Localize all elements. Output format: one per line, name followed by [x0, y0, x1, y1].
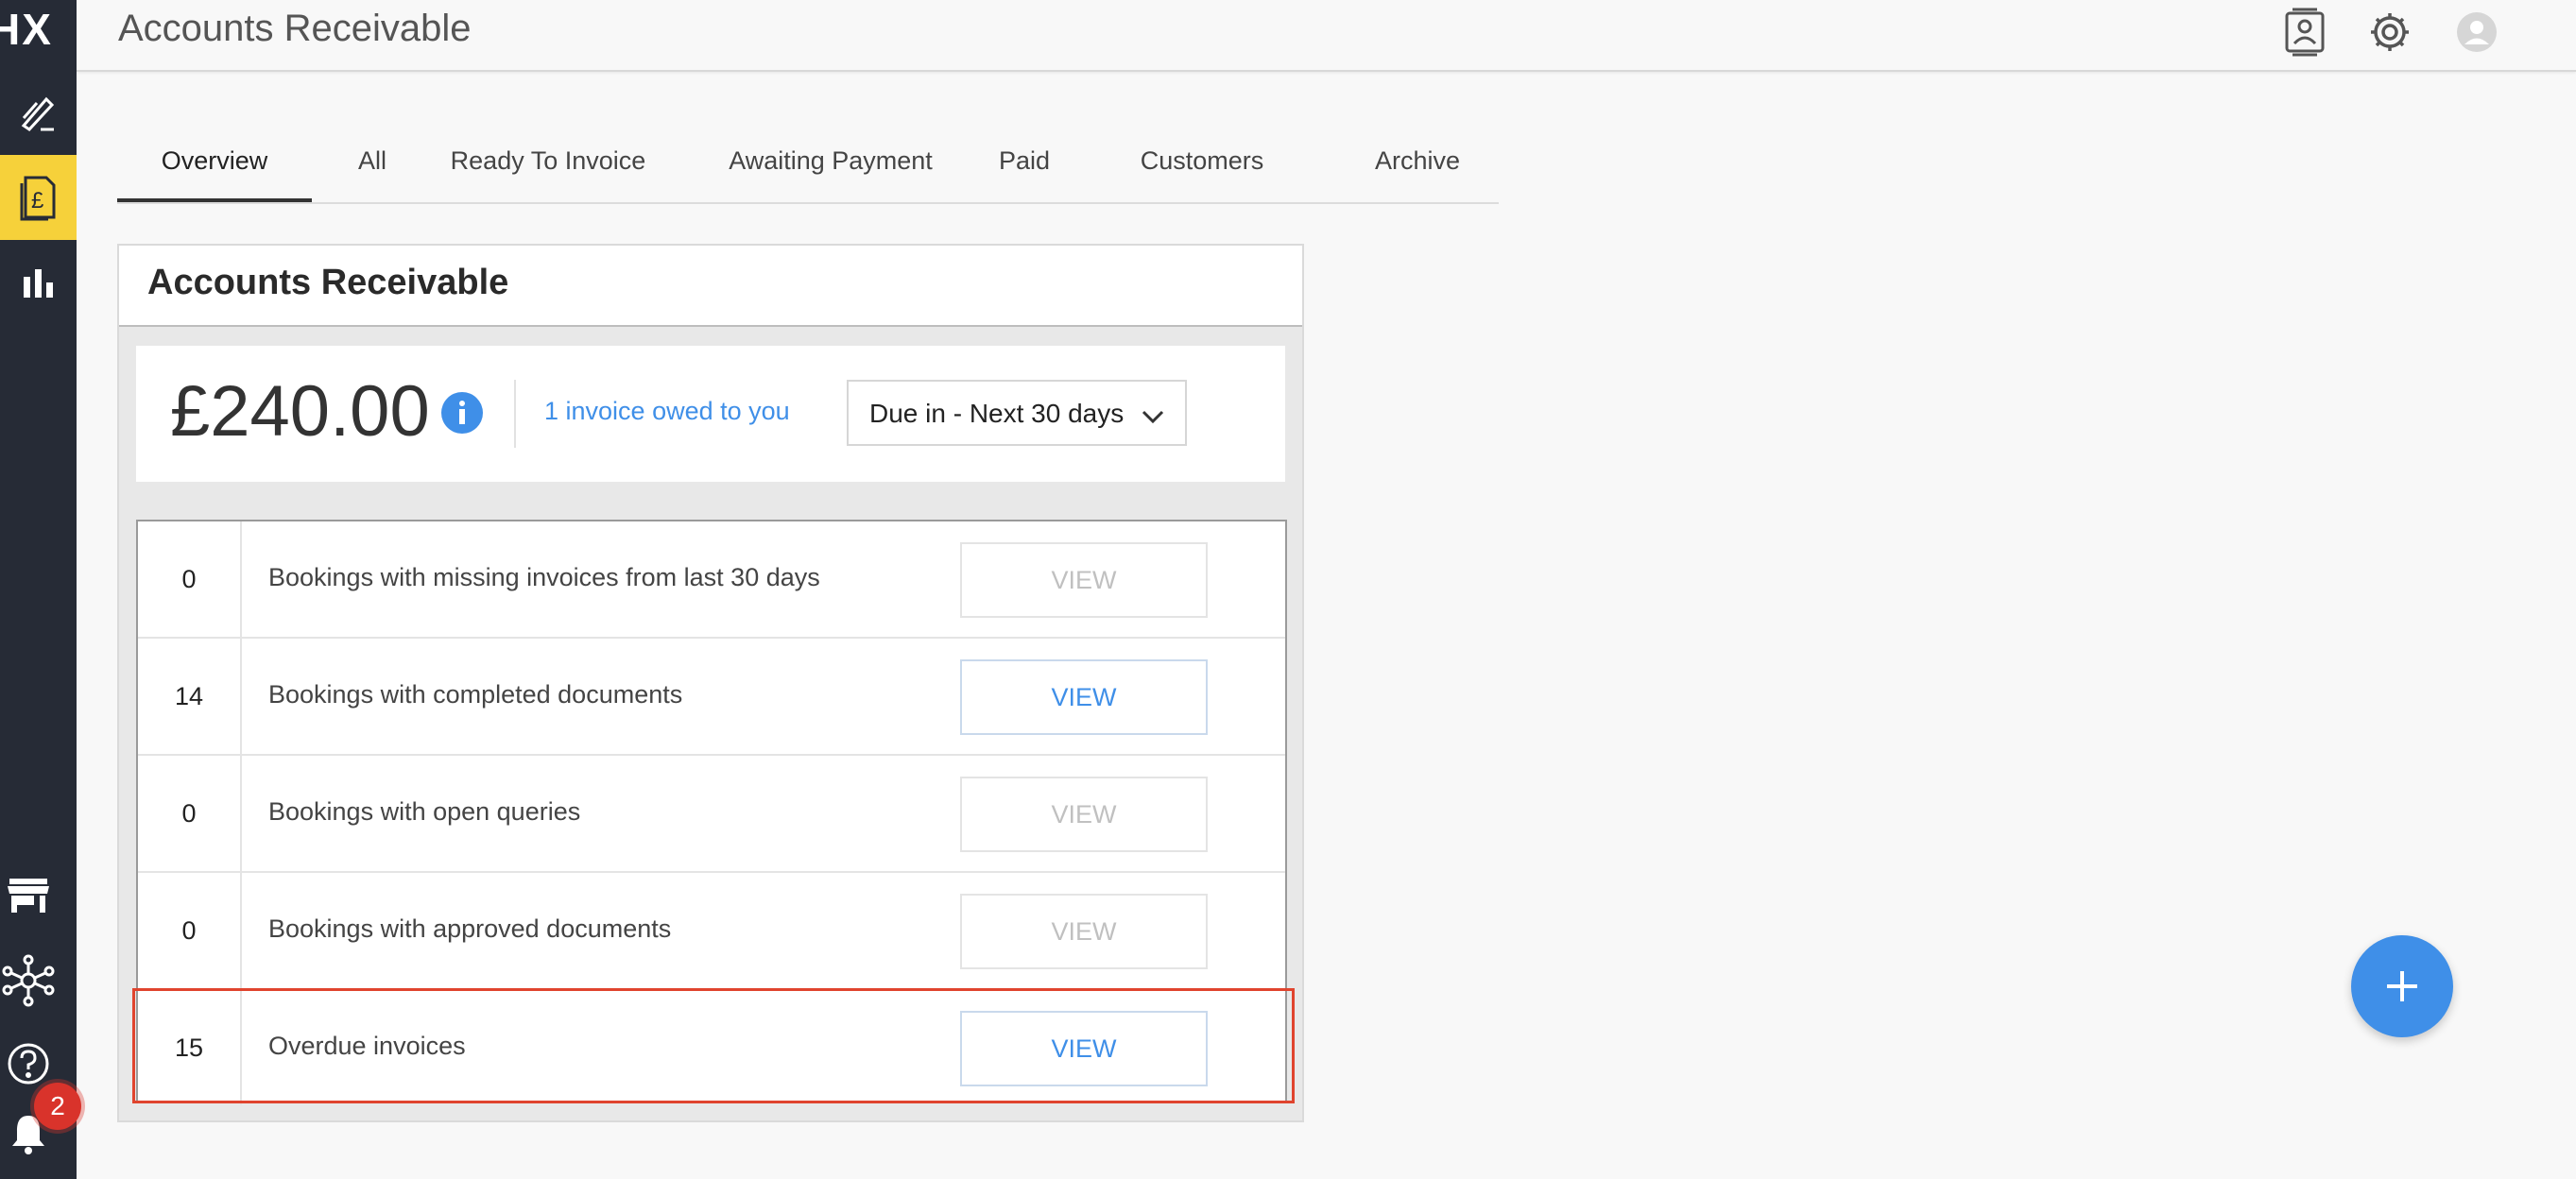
- info-icon[interactable]: [440, 391, 484, 435]
- tab-all[interactable]: All: [335, 132, 410, 200]
- invoice-pound-icon: £: [20, 176, 55, 221]
- contact-card-icon: [2285, 8, 2325, 57]
- settings-button[interactable]: [2363, 6, 2416, 59]
- sidebar-item-bookings[interactable]: [0, 70, 77, 155]
- top-header: Accounts Receivable: [77, 0, 2576, 72]
- tab-overview[interactable]: Overview: [117, 132, 312, 202]
- notification-badge[interactable]: 2: [34, 1083, 81, 1130]
- row-count: 0: [138, 521, 242, 637]
- tab-customers[interactable]: Customers: [1109, 132, 1295, 200]
- list-item: 0 Bookings with missing invoices from la…: [138, 521, 1285, 639]
- view-missing-invoices-button[interactable]: VIEW: [960, 542, 1208, 618]
- view-completed-documents-button[interactable]: VIEW: [960, 659, 1208, 735]
- row-label: Bookings with completed documents: [268, 680, 683, 709]
- card-header: Accounts Receivable: [119, 246, 1302, 327]
- card-title: Accounts Receivable: [147, 263, 509, 302]
- bookings-list: 0 Bookings with missing invoices from la…: [136, 520, 1287, 1105]
- list-item: 15 Overdue invoices VIEW: [138, 990, 1285, 1105]
- sidebar: HX £ 2: [0, 0, 81, 1179]
- total-amount: £240.00: [170, 371, 430, 452]
- edit-document-icon: [21, 96, 54, 131]
- row-label: Bookings with open queries: [268, 797, 581, 826]
- tab-awaiting-payment[interactable]: Awaiting Payment: [713, 132, 949, 200]
- chevron-down-icon: [1142, 410, 1164, 424]
- help-icon: [8, 1043, 49, 1085]
- sidebar-item-help[interactable]: [0, 1037, 57, 1090]
- contacts-button[interactable]: [2278, 6, 2331, 59]
- due-period-value: Due in - Next 30 days: [869, 399, 1125, 428]
- user-avatar-icon: [2457, 12, 2497, 52]
- app-logo[interactable]: HX: [0, 0, 77, 53]
- sidebar-item-accounts-receivable[interactable]: £: [0, 155, 77, 240]
- row-count: 0: [138, 873, 242, 988]
- receivable-summary: £240.00 1 invoice owed to you Due in - N…: [136, 346, 1285, 482]
- svg-text:£: £: [31, 188, 43, 214]
- network-hub-icon: [2, 954, 55, 1007]
- row-count: 14: [138, 639, 242, 754]
- invoices-owed-link[interactable]: 1 invoice owed to you: [544, 397, 790, 426]
- row-label: Bookings with missing invoices from last…: [268, 563, 820, 591]
- page-title: Accounts Receivable: [118, 8, 472, 49]
- row-label: Overdue invoices: [268, 1032, 466, 1060]
- sidebar-item-network[interactable]: [0, 954, 57, 1007]
- tab-bar: Overview All Ready To Invoice Awaiting P…: [117, 132, 1499, 204]
- due-period-select[interactable]: Due in - Next 30 days: [847, 380, 1187, 446]
- list-item: 0 Bookings with open queries VIEW: [138, 756, 1285, 873]
- sidebar-item-reports[interactable]: [0, 240, 77, 325]
- accounts-receivable-card: Accounts Receivable £240.00 1 invoice ow…: [117, 244, 1304, 1122]
- tab-archive[interactable]: Archive: [1355, 132, 1480, 200]
- tab-ready-to-invoice[interactable]: Ready To Invoice: [438, 132, 658, 200]
- list-item: 14 Bookings with completed documents VIE…: [138, 639, 1285, 756]
- sidebar-item-store[interactable]: [0, 869, 57, 922]
- summary-divider: [514, 380, 516, 448]
- list-item: 0 Bookings with approved documents VIEW: [138, 873, 1285, 990]
- view-open-queries-button[interactable]: VIEW: [960, 777, 1208, 852]
- view-overdue-invoices-button[interactable]: VIEW: [960, 1011, 1208, 1086]
- store-icon: [8, 879, 49, 913]
- bar-chart-icon: [23, 269, 53, 298]
- logo-text: HX: [0, 5, 53, 53]
- plus-icon: [2387, 971, 2417, 1001]
- add-button[interactable]: [2351, 935, 2453, 1037]
- row-count: 0: [138, 756, 242, 871]
- row-count: 15: [138, 990, 242, 1105]
- gear-icon: [2371, 13, 2409, 51]
- view-approved-documents-button[interactable]: VIEW: [960, 894, 1208, 969]
- tab-paid[interactable]: Paid: [987, 132, 1062, 200]
- row-label: Bookings with approved documents: [268, 914, 672, 943]
- user-avatar[interactable]: [2450, 6, 2503, 59]
